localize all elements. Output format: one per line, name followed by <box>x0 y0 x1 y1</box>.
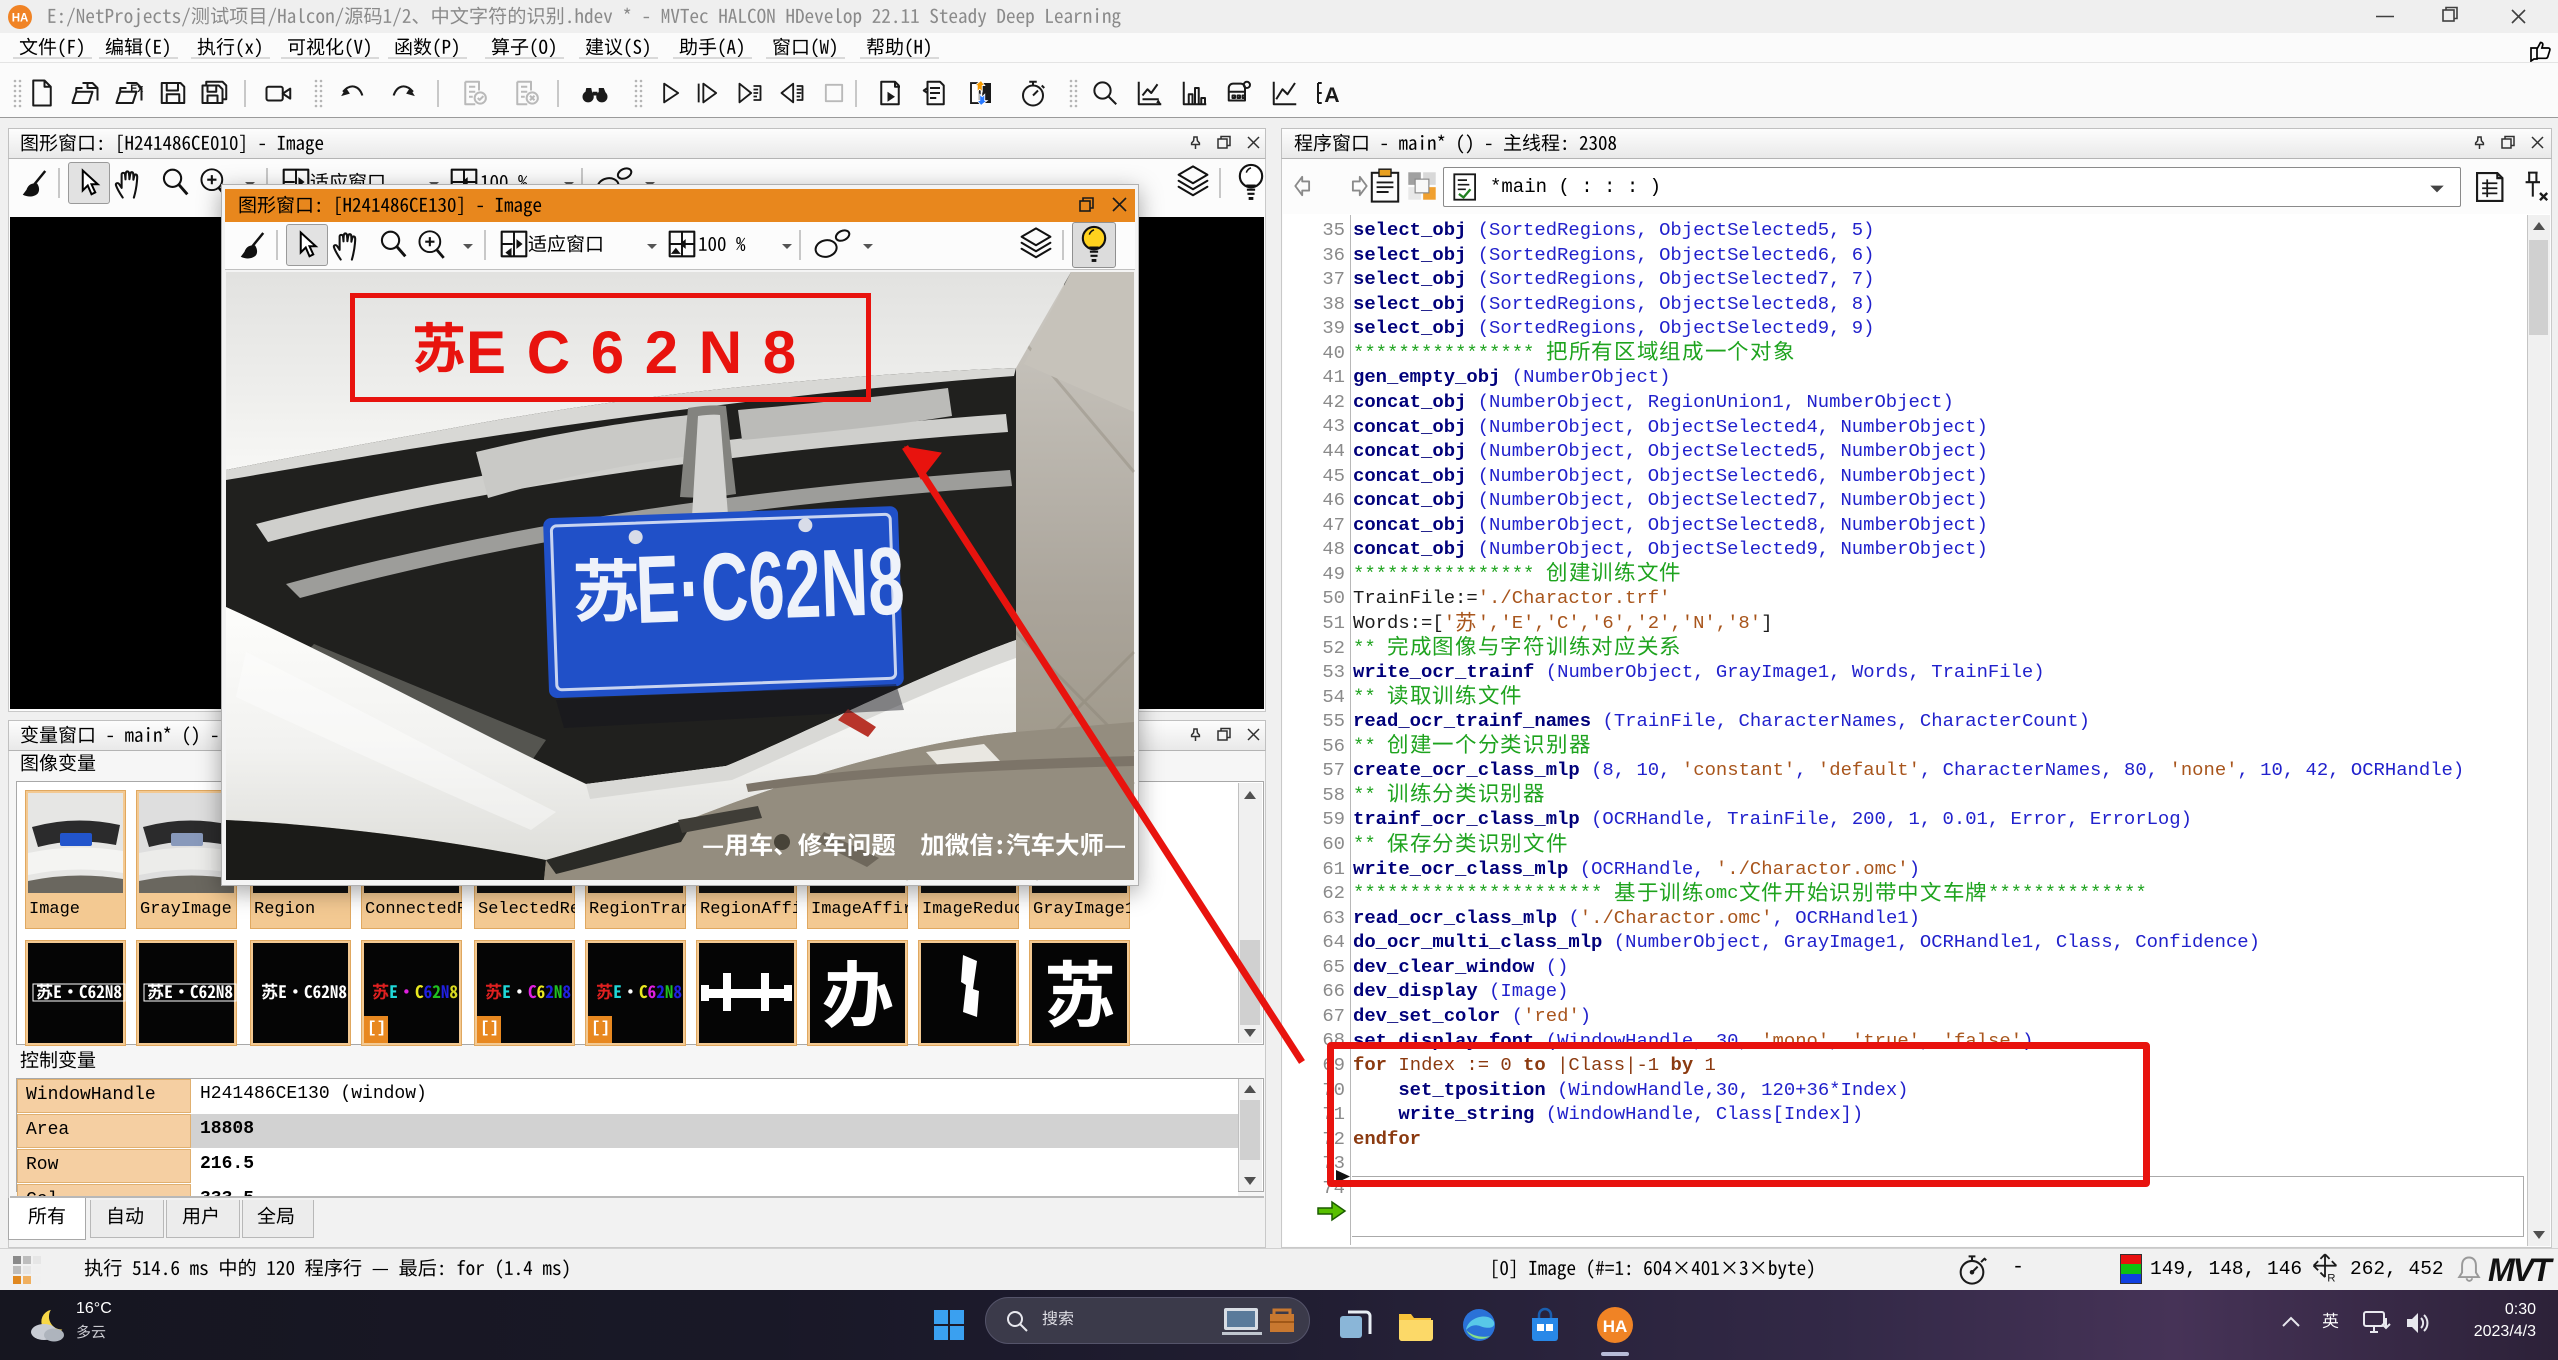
svg-text:A: A <box>1324 83 1339 107</box>
svg-text:HA: HA <box>12 13 29 25</box>
svg-text:R: R <box>2327 1273 2335 1285</box>
svg-text:Ex: Ex <box>130 83 143 95</box>
svg-text:HA: HA <box>1603 1317 1628 1336</box>
